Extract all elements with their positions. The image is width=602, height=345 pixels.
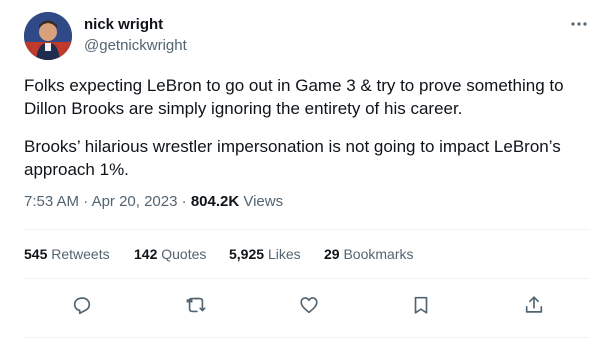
bookmarks-label: Bookmarks <box>343 246 414 262</box>
views-count: 804.2K <box>190 193 240 210</box>
avatar[interactable] <box>24 12 72 60</box>
tweet-time[interactable]: 7:53 AM <box>24 193 79 210</box>
tweet: nick wright @getnickwright Folks expecti… <box>0 0 602 345</box>
retweet-icon[interactable] <box>184 293 208 317</box>
likes-stat[interactable]: 5,925 Likes <box>229 245 301 263</box>
more-dots-icon[interactable] <box>567 14 591 34</box>
author-handle[interactable]: @getnickwright <box>84 37 187 55</box>
separator: · <box>181 193 187 210</box>
retweets-count: 545 <box>24 246 48 262</box>
quotes-label: Quotes <box>161 246 207 262</box>
tweet-date[interactable]: Apr 20, 2023 <box>92 193 178 210</box>
author-name[interactable]: nick wright <box>84 16 163 34</box>
bookmarks-stat[interactable]: 29 Bookmarks <box>324 245 414 263</box>
quotes-count: 142 <box>134 246 158 262</box>
tweet-text-paragraph: Folks expecting LeBron to go out in Game… <box>24 76 564 118</box>
divider <box>24 337 590 338</box>
reply-icon[interactable] <box>70 293 94 317</box>
avatar-image <box>24 12 72 60</box>
retweets-stat[interactable]: 545 Retweets <box>24 245 110 263</box>
heart-icon[interactable] <box>297 293 321 317</box>
tweet-text-paragraph: Brooks’ hilarious wrestler impersonation… <box>24 137 561 179</box>
bookmark-icon[interactable] <box>409 293 433 317</box>
likes-count: 5,925 <box>229 246 265 262</box>
retweets-label: Retweets <box>51 246 110 262</box>
divider <box>24 278 590 279</box>
likes-label: Likes <box>267 246 301 262</box>
quotes-stat[interactable]: 142 Quotes <box>134 245 206 263</box>
divider <box>24 229 590 230</box>
share-icon[interactable] <box>522 293 546 317</box>
bookmarks-count: 29 <box>324 246 340 262</box>
tweet-metadata: 7:53 AM · Apr 20, 2023 · 804.2K Views <box>24 192 283 212</box>
views-label: Views <box>243 193 284 210</box>
separator: · <box>83 193 89 210</box>
